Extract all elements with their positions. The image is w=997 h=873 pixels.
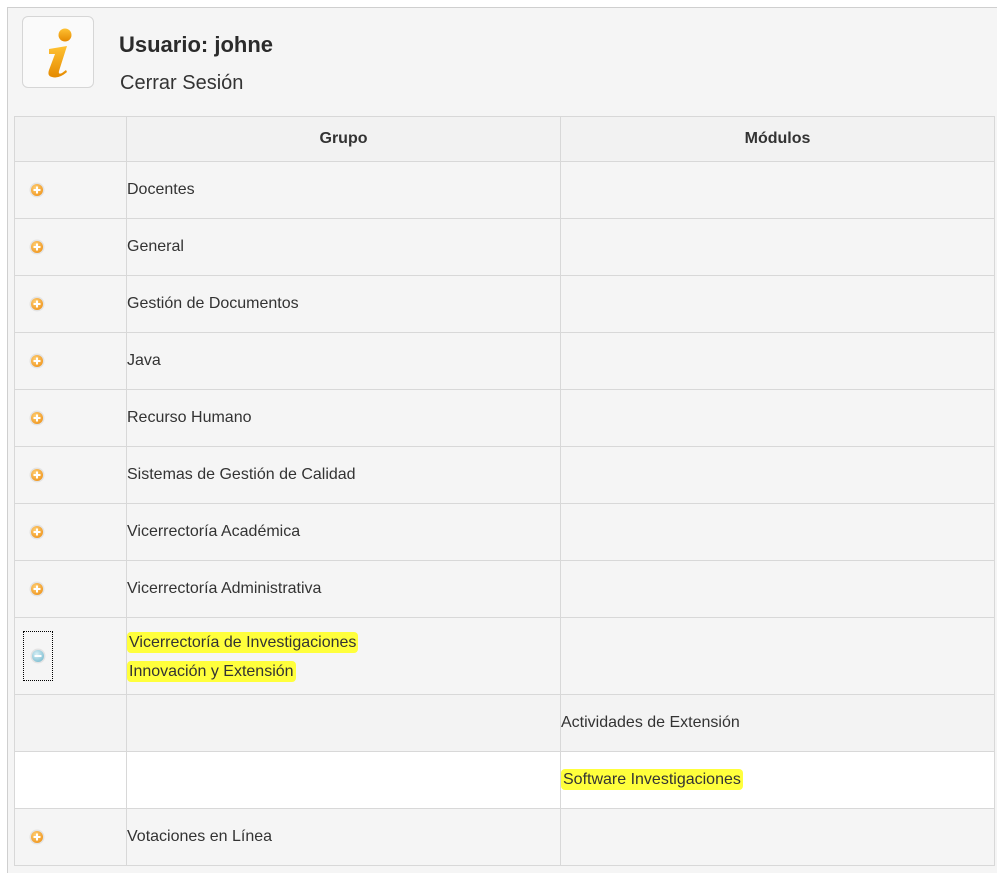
plus-circle-icon[interactable] <box>29 410 45 426</box>
user-label: Usuario: johne <box>119 32 274 57</box>
group-label[interactable]: Java <box>127 352 161 369</box>
plus-circle-icon[interactable] <box>29 524 45 540</box>
toggle-cell <box>14 503 127 561</box>
group-row: Vicerrectoría de Investigaciones Innovaci… <box>14 617 995 695</box>
collapse-button[interactable] <box>23 631 53 681</box>
module-row: Software Investigaciones <box>14 751 995 809</box>
module-cell <box>560 503 995 561</box>
plus-circle-icon[interactable] <box>29 829 45 845</box>
module-cell <box>560 161 995 219</box>
plus-circle-icon[interactable] <box>29 581 45 597</box>
plus-circle-icon[interactable] <box>29 239 45 255</box>
toggle-cell <box>14 446 127 504</box>
toggle-cell <box>14 161 127 219</box>
group-row: Java <box>14 332 995 390</box>
module-cell <box>560 808 995 866</box>
group-row: Vicerrectoría Académica <box>14 503 995 561</box>
module-cell <box>560 389 995 447</box>
table-header: Grupo Módulos <box>14 116 995 162</box>
module-cell <box>560 617 995 695</box>
group-label[interactable]: Gestión de Documentos <box>127 295 299 312</box>
module-cell <box>560 218 995 276</box>
group-label[interactable]: Vicerrectoría de Investigaciones <box>127 632 359 653</box>
plus-circle-icon[interactable] <box>29 467 45 483</box>
plus-circle-icon[interactable] <box>29 182 45 198</box>
toggle-cell <box>14 275 127 333</box>
info-icon <box>22 16 94 88</box>
group-label[interactable]: Recurso Humano <box>127 409 252 426</box>
group-cell: Gestión de Documentos <box>126 275 561 333</box>
toggle-cell <box>14 332 127 390</box>
group-label[interactable]: General <box>127 238 184 255</box>
plus-circle-icon[interactable] <box>29 353 45 369</box>
group-cell: Vicerrectoría Administrativa <box>126 560 561 618</box>
toggle-cell <box>14 218 127 276</box>
module-cell: Actividades de Extensión <box>560 694 995 752</box>
group-cell: Votaciones en Línea <box>126 808 561 866</box>
group-cell: General <box>126 218 561 276</box>
group-cell <box>126 751 561 809</box>
group-row: Gestión de Documentos <box>14 275 995 333</box>
toggle-cell <box>14 751 127 809</box>
group-label[interactable]: Innovación y Extensión <box>127 661 296 682</box>
group-label[interactable]: Sistemas de Gestión de Calidad <box>127 466 356 483</box>
group-row: Sistemas de Gestión de Calidad <box>14 446 995 504</box>
group-row: Docentes <box>14 161 995 219</box>
group-row: Votaciones en Línea <box>14 808 995 866</box>
column-header-toggle <box>14 116 127 162</box>
group-label[interactable]: Votaciones en Línea <box>127 828 272 845</box>
group-label[interactable]: Vicerrectoría Administrativa <box>127 580 321 597</box>
group-label[interactable]: Vicerrectoría Académica <box>127 523 300 540</box>
minus-circle-icon <box>30 648 46 664</box>
module-row: Actividades de Extensión <box>14 694 995 752</box>
groups-table: Grupo Módulos Docentes General Gestión de … <box>14 116 995 866</box>
toggle-cell <box>14 808 127 866</box>
group-cell: Recurso Humano <box>126 389 561 447</box>
toggle-cell <box>14 560 127 618</box>
toggle-cell <box>14 694 127 752</box>
group-cell <box>126 694 561 752</box>
module-cell: Software Investigaciones <box>560 751 995 809</box>
toggle-cell <box>14 617 127 695</box>
logout-link[interactable]: Cerrar Sesión <box>120 72 243 95</box>
module-cell <box>560 332 995 390</box>
column-header-grupo[interactable]: Grupo <box>126 116 561 162</box>
group-cell: Sistemas de Gestión de Calidad <box>126 446 561 504</box>
group-cell: Vicerrectoría Académica <box>126 503 561 561</box>
group-cell: Vicerrectoría de Investigaciones Innovaci… <box>126 617 561 695</box>
group-row: Recurso Humano <box>14 389 995 447</box>
plus-circle-icon[interactable] <box>29 296 45 312</box>
user-info: Usuario: johne Cerrar Sesión <box>22 16 982 120</box>
module-label[interactable]: Software Investigaciones <box>561 769 743 790</box>
group-row: General <box>14 218 995 276</box>
group-row: Vicerrectoría Administrativa <box>14 560 995 618</box>
module-label[interactable]: Actividades de Extensión <box>561 714 740 731</box>
module-cell <box>560 560 995 618</box>
module-cell <box>560 446 995 504</box>
group-cell: Java <box>126 332 561 390</box>
group-label[interactable]: Docentes <box>127 181 195 198</box>
column-header-modulos[interactable]: Módulos <box>560 116 995 162</box>
module-cell <box>560 275 995 333</box>
toggle-cell <box>14 389 127 447</box>
group-cell: Docentes <box>126 161 561 219</box>
